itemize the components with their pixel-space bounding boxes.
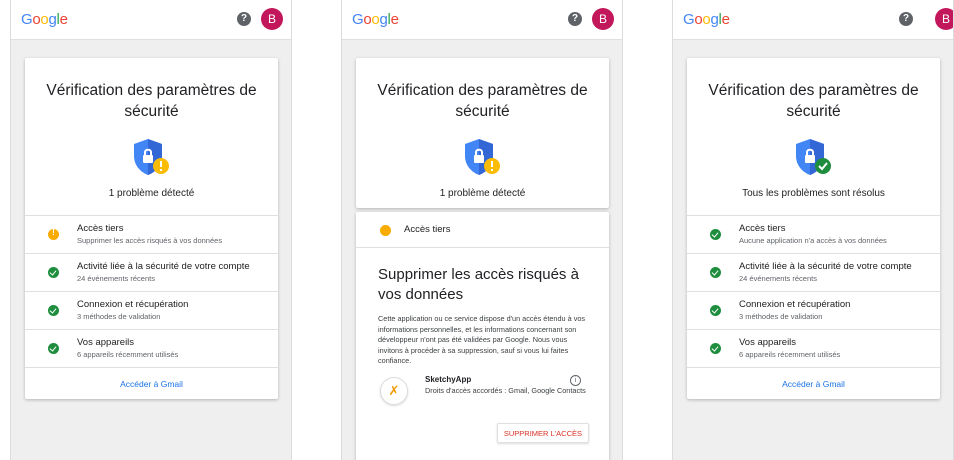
warning-icon [48, 228, 59, 240]
page-title: Vérification des paramètres de sécurité [377, 82, 588, 120]
go-to-gmail-link[interactable]: Accéder à Gmail [25, 367, 278, 399]
check-circle-icon [48, 305, 59, 316]
row-subtitle: 6 appareils récemment utilisés [739, 350, 841, 359]
status-text: Tous les problèmes sont résolus [742, 188, 885, 199]
list-item-security-activity[interactable]: Activité liée à la sécurité de votre com… [25, 253, 278, 291]
shield-warning-icon [133, 139, 169, 175]
security-checkup-card: Vérification des paramètres de sécurité … [687, 58, 940, 399]
row-subtitle: 3 méthodes de validation [739, 312, 823, 321]
shield-warning-icon [464, 139, 500, 175]
google-logo[interactable]: Google [21, 11, 68, 28]
check-circle-icon [710, 343, 721, 354]
row-title: Accès tiers [77, 223, 124, 234]
screen-security-checkup-3: Google ? B Vérification des paramètres d… [672, 0, 954, 460]
google-logo[interactable]: Google [352, 11, 399, 28]
panel-header-label: Accès tiers [404, 224, 451, 235]
info-icon[interactable]: i [570, 374, 581, 386]
list-item-devices[interactable]: Vos appareils 6 appareils récemment util… [687, 329, 940, 367]
panel-heading: Supprimer les accès risqués à vos donnée… [378, 266, 579, 303]
row-subtitle: 24 événements récents [739, 274, 817, 283]
app-bar: Google ? B [11, 0, 291, 40]
third-party-access-panel: Accès tiers Supprimer les accès risqués … [356, 212, 609, 460]
screen-security-checkup-2: Google ? B Vérification des paramètres d… [341, 0, 623, 460]
sketchyapp-icon: ✗ [380, 376, 408, 405]
page-title: Vérification des paramètres de sécurité [708, 82, 919, 120]
avatar[interactable]: B [592, 8, 614, 30]
list-item-third-party-access[interactable]: Accès tiers Supprimer les accès risqués … [25, 215, 278, 253]
avatar[interactable]: B [261, 8, 283, 30]
security-checkup-card: Vérification des paramètres de sécurité … [356, 58, 609, 208]
status-text: 1 problème détecté [439, 188, 526, 199]
help-icon[interactable]: ? [237, 12, 251, 26]
app-bar: Google ? B [673, 0, 953, 40]
help-icon[interactable]: ? [899, 12, 913, 26]
app-bar: Google ? B [342, 0, 622, 40]
row-subtitle: Aucune application n'a accès à vos donné… [739, 236, 887, 245]
row-title: Connexion et récupération [77, 299, 189, 310]
app-permissions: Droits d'accès accordés : Gmail, Google … [425, 385, 586, 395]
warning-icon [380, 224, 391, 260]
row-subtitle: Supprimer les accès risqués à vos donnée… [77, 236, 223, 245]
google-logo[interactable]: Google [683, 11, 730, 28]
row-subtitle: 6 appareils récemment utilisés [77, 350, 179, 359]
panel-description: Cette application ou ce service dispose … [378, 314, 586, 365]
remove-access-button[interactable]: SUPPRIMER L'ACCÈS [496, 423, 589, 443]
list-item-devices[interactable]: Vos appareils 6 appareils récemment util… [25, 329, 278, 367]
status-text: 1 problème détecté [108, 188, 195, 199]
check-circle-icon [48, 267, 59, 278]
shield-check-icon [795, 139, 831, 175]
go-to-gmail-link[interactable]: Accéder à Gmail [687, 367, 940, 399]
row-subtitle: 3 méthodes de validation [77, 312, 161, 321]
check-circle-icon [710, 267, 721, 278]
list-item-signin-recovery[interactable]: Connexion et récupération 3 méthodes de … [687, 291, 940, 329]
check-circle-icon [710, 305, 721, 316]
row-title: Activité liée à la sécurité de votre com… [739, 261, 912, 272]
check-circle-icon [48, 343, 59, 354]
help-icon[interactable]: ? [568, 12, 582, 26]
panel-header[interactable]: Accès tiers [356, 212, 609, 260]
screen-security-checkup-1: Google ? B Vérification des paramètres d… [10, 0, 292, 460]
security-checkup-card: Vérification des paramètres de sécurité … [25, 58, 278, 399]
list-item-third-party-access[interactable]: Accès tiers Aucune application n'a accès… [687, 215, 940, 253]
row-subtitle: 24 événements récents [77, 274, 155, 283]
row-title: Activité liée à la sécurité de votre com… [77, 261, 250, 272]
list-item-security-activity[interactable]: Activité liée à la sécurité de votre com… [687, 253, 940, 291]
row-title: Connexion et récupération [739, 299, 851, 310]
page-title: Vérification des paramètres de sécurité [46, 82, 257, 120]
check-circle-icon [710, 229, 721, 240]
row-title: Vos appareils [739, 337, 797, 348]
app-entry: ✗ SketchyApp Droits d'accès accordés : G… [356, 374, 609, 419]
app-name: SketchyApp [425, 374, 472, 384]
list-item-signin-recovery[interactable]: Connexion et récupération 3 méthodes de … [25, 291, 278, 329]
avatar[interactable]: B [935, 8, 953, 30]
row-title: Vos appareils [77, 337, 135, 348]
row-title: Accès tiers [739, 223, 786, 234]
